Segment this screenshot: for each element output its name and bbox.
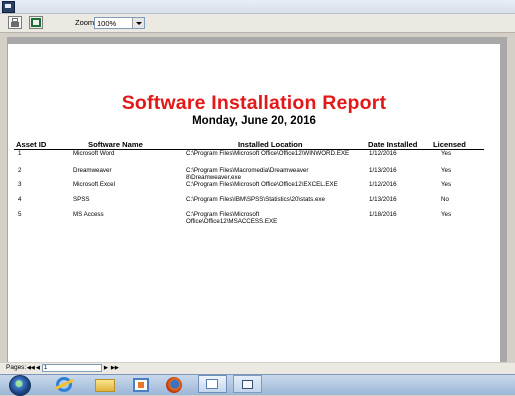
page-navigation-bar: Pages: ◀◀ ◀ ▶ ▶▶ [0, 363, 515, 374]
column-header-licensed: Licensed [433, 140, 466, 149]
cell-asset-id: 4 [18, 196, 22, 203]
column-header-asset-id: Asset ID [16, 140, 47, 149]
column-header-installed-location: Installed Location [238, 140, 303, 149]
report-app-icon[interactable] [198, 375, 227, 393]
cell-installed-location-cont: Office\Office12\MSACCESS.EXE [186, 218, 278, 225]
cell-asset-id: 1 [18, 150, 22, 157]
cell-licensed: No [441, 196, 449, 203]
column-header-date-installed: Date Installed [368, 140, 418, 149]
folder-icon[interactable] [95, 379, 115, 392]
cell-asset-id: 3 [18, 181, 22, 188]
export-icon[interactable] [29, 16, 43, 29]
cell-installed-location: C:\Program Files\Microsoft [186, 211, 260, 218]
cell-installed-location: C:\Program Files\Microsoft Office\Office… [186, 150, 350, 157]
cell-software-name: SPSS [73, 196, 90, 203]
cell-date-installed: 1/18/2016 [369, 211, 397, 218]
column-header-software-name: Software Name [88, 140, 143, 149]
cell-installed-location: C:\Program Files\Microsoft Office\Office… [186, 181, 338, 188]
cell-asset-id: 2 [18, 167, 22, 174]
cell-date-installed: 1/13/2016 [369, 196, 397, 203]
previous-page-button[interactable]: ◀ [36, 364, 40, 373]
zoom-label: Zoom [75, 18, 95, 27]
first-page-button[interactable]: ◀◀ [27, 364, 35, 373]
title-bar [0, 0, 515, 14]
next-page-button[interactable]: ▶ [104, 364, 108, 373]
page-number-input[interactable] [42, 364, 102, 372]
zoom-select[interactable]: 100% [94, 17, 145, 29]
cell-licensed: Yes [441, 181, 452, 188]
window-icon[interactable] [233, 375, 262, 393]
firefox-icon[interactable] [166, 377, 182, 393]
report-date: Monday, June 20, 2016 [192, 115, 316, 127]
report-title: Software Installation Report [121, 92, 387, 114]
media-player-icon[interactable] [133, 378, 149, 392]
app-icon [2, 1, 15, 13]
cell-licensed: Yes [441, 211, 452, 218]
cell-licensed: Yes [441, 150, 452, 157]
start-orb[interactable] [9, 375, 31, 396]
printer-icon[interactable] [8, 16, 22, 29]
cell-installed-location-cont: 8\Dreamweaver.exe [186, 174, 242, 181]
cell-software-name: Microsoft Word [73, 150, 115, 157]
cell-licensed: Yes [441, 167, 452, 174]
report-page: Software Installation Report Monday, Jun… [8, 44, 500, 362]
cell-software-name: Dreamweaver [73, 167, 112, 174]
cell-software-name: Microsoft Excel [73, 181, 115, 188]
cell-software-name: MS Access [73, 211, 104, 218]
cell-date-installed: 1/12/2016 [369, 181, 397, 188]
toolbar: Zoom 100% [0, 14, 515, 33]
cell-date-installed: 1/12/2016 [369, 150, 397, 157]
pages-label: Pages: [6, 364, 27, 371]
internet-explorer-icon[interactable] [56, 377, 72, 392]
cell-asset-id: 5 [18, 211, 22, 218]
cell-installed-location: C:\Program Files\IBM\SPSS\Statistics\20\… [186, 196, 325, 203]
last-page-button[interactable]: ▶▶ [111, 364, 119, 373]
cell-installed-location: C:\Program Files\Macromedia\Dreamweaver [186, 167, 309, 174]
zoom-value: 100% [97, 19, 117, 28]
cell-date-installed: 1/13/2016 [369, 167, 397, 174]
taskbar [0, 374, 515, 396]
chevron-down-icon[interactable] [132, 18, 144, 28]
